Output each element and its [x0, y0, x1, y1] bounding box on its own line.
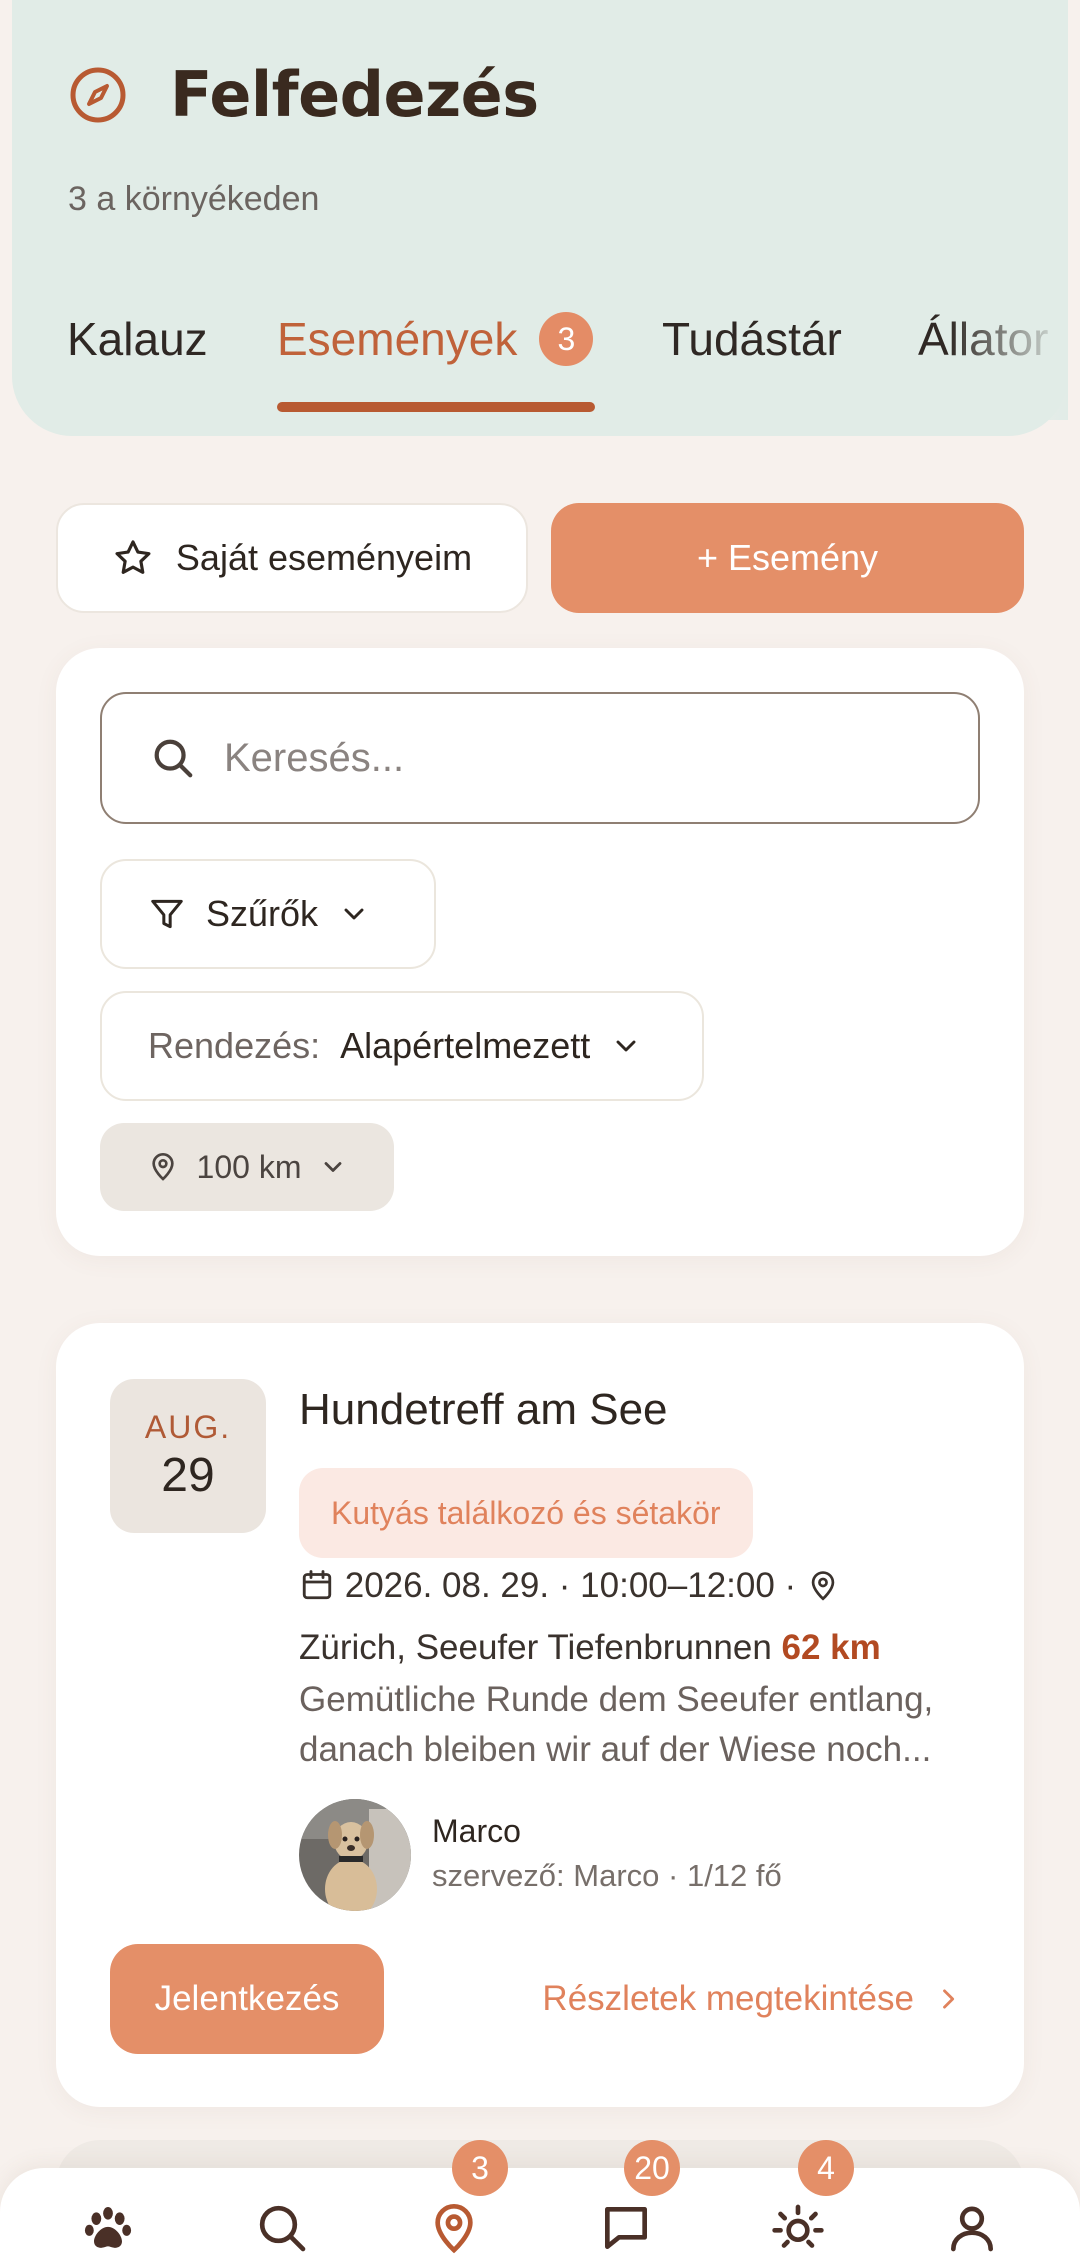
event-location: Zürich, Seeufer Tiefenbrunnen: [299, 1628, 772, 1667]
date-badge: AUG. 29: [110, 1379, 266, 1533]
chat-icon: [605, 2207, 647, 2249]
new-event-label: + Esemény: [696, 537, 879, 578]
search-icon: [154, 739, 193, 778]
nav-activity[interactable]: [768, 2198, 828, 2258]
date-day: 29: [161, 1449, 215, 1502]
tab-fade-overlay: [948, 300, 1068, 420]
join-label: Jelentkezés: [154, 1979, 340, 2018]
event-distance: 62 km: [781, 1628, 881, 1667]
event-card[interactable]: AUG. 29 Hundetreff am See Kutyás találko…: [56, 1323, 1024, 2107]
chevron-down-icon: [344, 908, 364, 920]
organizer-avatar[interactable]: [299, 1799, 411, 1911]
tab-tudastar[interactable]: Tudástár: [662, 312, 842, 366]
nav-pets[interactable]: [78, 2198, 138, 2258]
page-title: Felfedezés: [170, 58, 539, 131]
map-pin-icon: [435, 2203, 473, 2254]
sort-label: Rendezés:: [148, 1025, 321, 1066]
messages-badge: 20: [624, 2140, 680, 2196]
chevron-down-icon: [616, 1040, 636, 1052]
dog-photo: [299, 1799, 411, 1911]
tab-bar: Kalauz Események 3 Tudástár Állator: [12, 300, 1068, 420]
new-event-button[interactable]: + Esemény: [551, 503, 1024, 613]
filter-card: Szűrők Rendezés: Alapértelmezett 100 km: [56, 648, 1024, 1256]
header: Felfedezés 3 a környékeden Kalauz Esemén…: [12, 0, 1068, 436]
tab-esemenyek[interactable]: Események 3: [277, 312, 594, 366]
organizer-name: Marco: [432, 1813, 521, 1849]
my-events-label: Saját eseményeim: [175, 537, 473, 578]
details-link[interactable]: Részletek megtekintése: [542, 1944, 962, 2054]
filters-dropdown[interactable]: Szűrők: [100, 859, 436, 969]
tab-kalauz[interactable]: Kalauz: [67, 312, 208, 366]
search-icon: [259, 2205, 306, 2252]
active-tab-indicator: [277, 402, 595, 412]
distance-value: 100 km: [196, 1148, 302, 1185]
nav-map[interactable]: [424, 2198, 484, 2258]
sort-value: Alapértelmezett: [340, 1025, 591, 1066]
event-meta: 2026. 08. 29. · 10:00–12:00 · Zürich, Se…: [299, 1555, 999, 1679]
nav-messages[interactable]: [596, 2198, 656, 2258]
my-events-button[interactable]: Saját eseményeim: [56, 503, 528, 613]
user-icon: [951, 2206, 993, 2252]
title-row: Felfedezés: [68, 58, 539, 131]
tab-label: Tudástár: [662, 313, 842, 365]
nav-profile[interactable]: [942, 2198, 1002, 2258]
event-description: Gemütliche Runde dem Seeufer entlang, da…: [299, 1680, 934, 1769]
location-pin-icon: [811, 1571, 835, 1601]
event-tag: Kutyás találkozó és sétakör: [299, 1468, 753, 1558]
join-button[interactable]: Jelentkezés: [110, 1944, 384, 2054]
compass-icon: [70, 67, 126, 122]
tab-count-badge: 3: [539, 312, 594, 366]
star-icon: [115, 540, 151, 574]
location-pin-icon: [151, 1153, 174, 1181]
sort-dropdown[interactable]: Rendezés: Alapértelmezett: [100, 991, 704, 1101]
bottom-nav: 3 20 4: [0, 2140, 1080, 2268]
chevron-right-icon: [943, 1989, 955, 2009]
calendar-icon: [302, 1570, 332, 1600]
filters-label: Szűrők: [206, 893, 319, 934]
date-month: AUG.: [144, 1409, 232, 1445]
event-title: Hundetreff am See: [299, 1385, 668, 1434]
details-label: Részletek megtekintése: [542, 1979, 914, 2018]
activity-badge: 4: [798, 2140, 854, 2196]
search-input[interactable]: [224, 735, 944, 781]
nav-search[interactable]: [252, 2198, 312, 2258]
chevron-down-icon: [325, 1162, 342, 1172]
paw-icon: [84, 2207, 132, 2248]
tab-label: Események: [277, 313, 518, 365]
tab-label: Kalauz: [67, 313, 208, 365]
distance-dropdown[interactable]: 100 km: [100, 1123, 394, 1211]
map-badge: 3: [452, 2140, 508, 2196]
sun-icon: [772, 2204, 824, 2248]
search-box[interactable]: [100, 692, 980, 824]
page-subtitle: 3 a környékeden: [68, 180, 320, 218]
filter-icon: [151, 899, 183, 929]
organizer-info: szervező: Marco · 1/12 fő: [432, 1858, 782, 1893]
event-datetime: 2026. 08. 29. · 10:00–12:00 ·: [344, 1566, 797, 1605]
